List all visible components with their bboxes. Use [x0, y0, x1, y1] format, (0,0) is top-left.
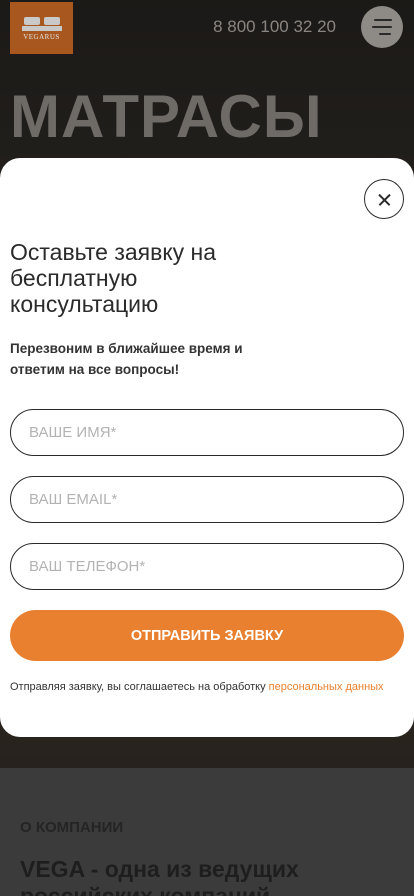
menu-button[interactable]: [361, 6, 403, 48]
consent-prefix: Отправляя заявку, вы соглашаетесь на обр…: [10, 681, 269, 693]
hamburger-icon: [374, 19, 392, 21]
modal-title: Оставьте заявку на бесплатную консультац…: [10, 239, 217, 317]
phone-input[interactable]: [10, 543, 404, 590]
hero-title: МАТРАСЫ: [10, 83, 323, 150]
name-input[interactable]: [10, 409, 404, 456]
modal-subtitle: Перезвоним в ближайшее время и ответим н…: [10, 341, 243, 377]
site-header: VEGARUS 8 800 100 32 20: [0, 0, 414, 60]
close-button[interactable]: [364, 179, 404, 219]
about-label: О КОМПАНИИ: [20, 819, 124, 836]
email-input[interactable]: [10, 476, 404, 523]
privacy-link[interactable]: персональных данных: [269, 681, 384, 693]
about-title: VEGA - одна из ведущих российских компан…: [20, 856, 299, 896]
bed-icon: [21, 15, 62, 31]
submit-button[interactable]: ОТПРАВИТЬ ЗАЯВКУ: [10, 610, 404, 661]
consent-text: Отправляя заявку, вы соглашаетесь на обр…: [10, 681, 404, 694]
consultation-modal: Оставьте заявку на бесплатную консультац…: [0, 158, 414, 737]
logo-text: VEGARUS: [23, 33, 60, 41]
phone-link[interactable]: 8 800 100 32 20: [213, 17, 336, 37]
logo[interactable]: VEGARUS: [10, 2, 73, 54]
